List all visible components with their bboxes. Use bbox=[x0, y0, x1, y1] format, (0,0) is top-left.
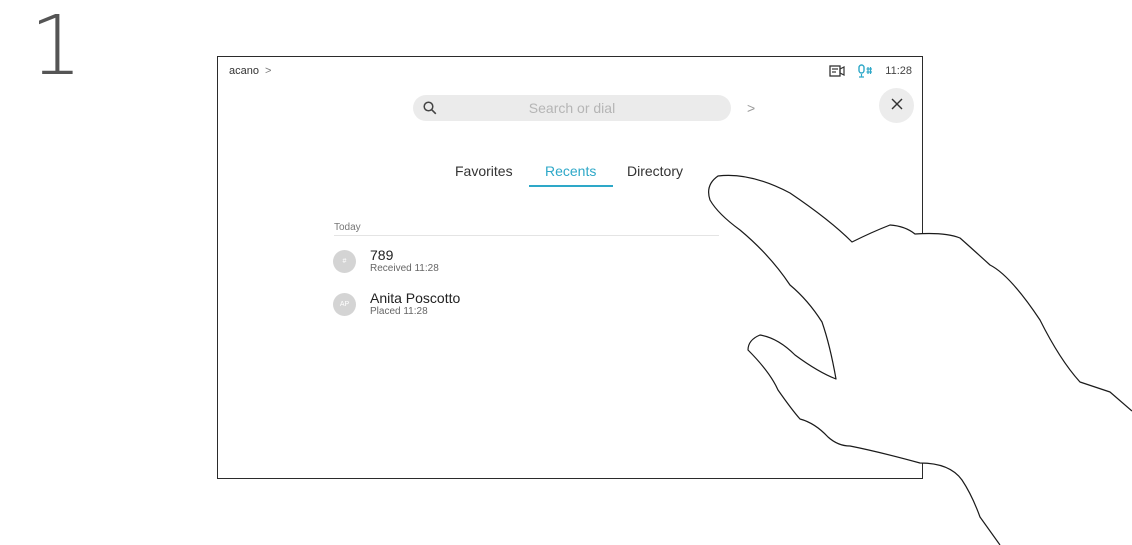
search-row: Search or dial > bbox=[413, 95, 755, 121]
camera-icon[interactable] bbox=[829, 65, 845, 77]
search-placeholder: Search or dial bbox=[528, 100, 616, 116]
close-icon bbox=[891, 97, 903, 115]
contact-name: 789 bbox=[370, 247, 394, 263]
system-name-button[interactable]: acano > bbox=[229, 65, 271, 77]
avatar: AP bbox=[333, 292, 356, 316]
list-item-789[interactable]: # 789 Received 11:28 bbox=[333, 247, 439, 275]
clock-time: 11:28 bbox=[885, 65, 912, 77]
system-name: acano bbox=[229, 65, 259, 77]
chevron-right-icon: > bbox=[264, 65, 272, 77]
step-number: 1 bbox=[30, 0, 83, 94]
close-button[interactable] bbox=[879, 88, 914, 123]
call-detail: Received 11:28 bbox=[370, 263, 439, 274]
list-item-anita-poscotto[interactable]: AP Anita Poscotto Placed 11:28 bbox=[333, 290, 460, 318]
microphone-icon[interactable] bbox=[857, 64, 873, 78]
tab-recents[interactable]: Recents bbox=[545, 163, 596, 179]
status-bar: 11:28 bbox=[829, 64, 912, 78]
section-divider bbox=[334, 235, 719, 236]
search-submit-arrow[interactable]: > bbox=[747, 100, 755, 116]
search-input[interactable]: Search or dial bbox=[413, 95, 731, 121]
tab-favorites[interactable]: Favorites bbox=[455, 163, 513, 179]
contact-name: Anita Poscotto bbox=[370, 290, 461, 306]
tab-directory[interactable]: Directory bbox=[627, 163, 683, 179]
avatar: # bbox=[333, 249, 356, 273]
device-screen: acano > 11:28 Search or dial > Favorites… bbox=[217, 56, 923, 479]
call-detail: Placed 11:28 bbox=[370, 306, 428, 317]
active-tab-indicator bbox=[529, 185, 613, 187]
section-label-today: Today bbox=[334, 222, 361, 233]
